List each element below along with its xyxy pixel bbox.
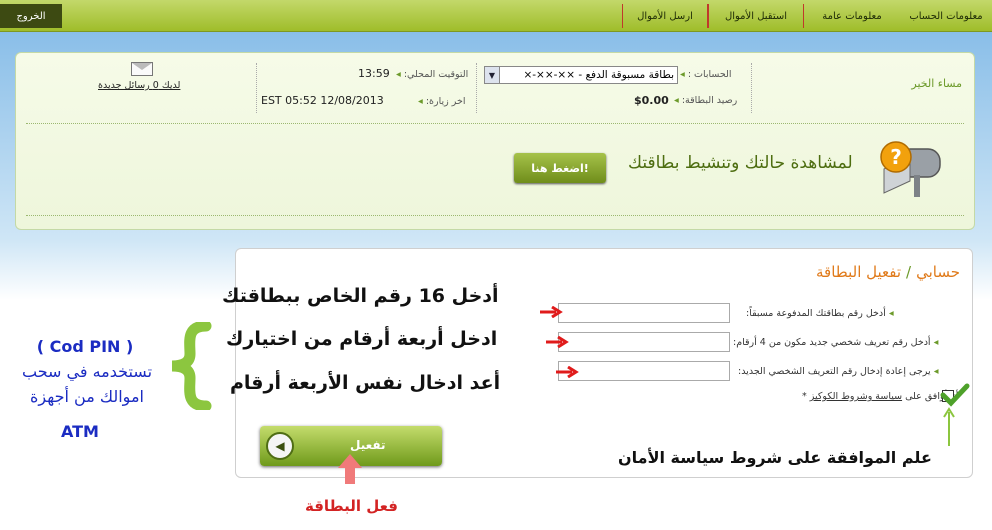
account-select[interactable]: ▼ بطاقة مسبوقة الدفع - ××-××-× bbox=[484, 66, 678, 84]
top-nav-bar: الخروج معلومات الحساب معلومات عامة استقب… bbox=[0, 0, 992, 32]
pin-confirm-input[interactable] bbox=[558, 361, 730, 381]
pin-desc-1: تستخدمه في سحب bbox=[21, 362, 153, 381]
new-messages-link[interactable]: لديك 0 رسائل جديدة bbox=[98, 80, 180, 91]
arrow-up-icon bbox=[943, 407, 955, 446]
envelope-icon[interactable] bbox=[131, 62, 153, 76]
divider bbox=[26, 215, 964, 216]
red-arrow-icon bbox=[540, 306, 563, 318]
cookie-policy-link[interactable]: سياسة وشروط الكوكيز bbox=[810, 391, 902, 402]
accounts-label: الحسابات : ◂ bbox=[680, 69, 732, 80]
pin-desc-2: اموالك من أجهزة bbox=[30, 387, 144, 406]
annotation-step2: ادخل أربعة أرقام من اختيارك bbox=[226, 328, 498, 350]
chevron-down-icon[interactable]: ▼ bbox=[485, 67, 500, 83]
balance-value: $0.00 bbox=[634, 94, 669, 107]
pin-input[interactable] bbox=[558, 332, 730, 352]
card-activation-panel: حسابي/تفعيل البطاقة ◂ أدخل رقم بطاقتك ال… bbox=[235, 248, 973, 478]
breadcrumb: حسابي/تفعيل البطاقة bbox=[816, 263, 960, 281]
last-visit-value: EST 05:52 12/08/2013 bbox=[261, 94, 384, 107]
pin-title: ( Cod PIN ) bbox=[36, 337, 134, 356]
divider bbox=[256, 63, 257, 113]
press-here-button[interactable]: اضغط هنا! bbox=[514, 153, 606, 183]
logout-button[interactable]: الخروج bbox=[0, 4, 62, 28]
arrow-left-icon: ◀ bbox=[266, 432, 294, 460]
annotation-agree: علم الموافقة على شروط سياسة الأمان bbox=[618, 448, 932, 467]
local-time-label: التوقيت المحلي: ◂ bbox=[396, 69, 469, 80]
annotation-step3: أعد ادخال نفس الأربعة أرقام bbox=[230, 372, 501, 394]
checkmark-icon bbox=[940, 383, 970, 407]
arrow-up-icon bbox=[338, 454, 362, 484]
annotation-activate: فعل البطاقة bbox=[305, 497, 398, 515]
nav-item-send-money[interactable]: ارسل الأموال bbox=[622, 4, 708, 28]
svg-text:?: ? bbox=[890, 145, 902, 169]
divider bbox=[751, 63, 752, 113]
mailbox-help-icon: ? bbox=[880, 141, 941, 197]
red-arrow-icon bbox=[556, 366, 579, 378]
red-arrow-icon bbox=[546, 336, 569, 348]
account-summary-panel: مساء الخير الحسابات : ◂ ▼ بطاقة مسبوقة ا… bbox=[15, 52, 975, 230]
card-number-input[interactable] bbox=[558, 303, 730, 323]
greeting-text: مساء الخير bbox=[911, 77, 962, 90]
agree-text: أنا أوافق على سياسة وشروط الكوكيز * bbox=[802, 391, 959, 402]
annotation-step1: أدخل 16 رقم الخاص ببطاقتك bbox=[222, 285, 499, 307]
breadcrumb-root[interactable]: حسابي bbox=[916, 263, 960, 281]
nav-item-account-info[interactable]: معلومات الحساب bbox=[900, 4, 992, 28]
last-visit-label: اخر زيارة: ◂ bbox=[418, 96, 466, 107]
nav-item-receive-money[interactable]: استقبل الأموال bbox=[708, 4, 803, 28]
balance-label: رصيد البطاقة: ◂ bbox=[674, 95, 738, 106]
pin-desc-3: ATM bbox=[61, 422, 99, 441]
local-time-value: 13:59 bbox=[358, 67, 390, 80]
pin-confirm-label: ◂ يرجى إعادة إدخال رقم التعريف الشخصي ال… bbox=[738, 366, 939, 377]
breadcrumb-current: تفعيل البطاقة bbox=[816, 263, 902, 281]
curly-brace-icon bbox=[171, 322, 212, 410]
nav-item-general-info[interactable]: معلومات عامة bbox=[803, 4, 900, 28]
pin-label: ◂ أدخل رقم تعريف شخصي جديد مكون من 4 أرق… bbox=[733, 337, 939, 348]
divider bbox=[476, 63, 477, 113]
promo-text: لمشاهدة حالتك وتنشيط بطاقتك bbox=[628, 153, 853, 173]
card-number-label: ◂ أدخل رقم بطاقتك المدفوعة مسبقاً: bbox=[746, 308, 894, 319]
divider bbox=[26, 123, 964, 124]
